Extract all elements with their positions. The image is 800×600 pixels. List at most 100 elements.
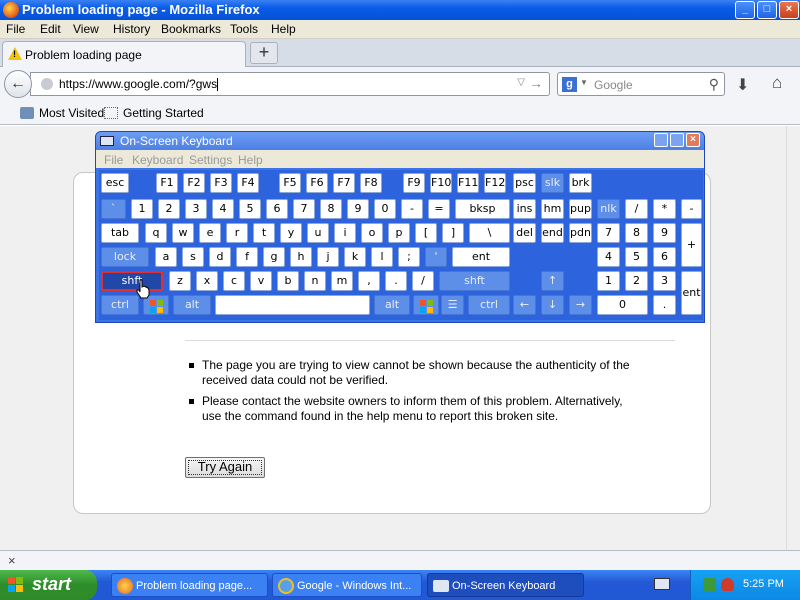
key-f5[interactable]: F5	[279, 173, 301, 193]
key-q[interactable]: q	[145, 223, 167, 243]
key-j[interactable]: j	[317, 247, 339, 267]
key-w[interactable]: w	[172, 223, 194, 243]
key-backslash[interactable]: \	[469, 223, 510, 243]
key-brk[interactable]: brk	[569, 173, 592, 193]
key-right[interactable]: →	[569, 295, 592, 315]
key-e[interactable]: e	[199, 223, 221, 243]
key-space[interactable]	[215, 295, 370, 315]
key-0[interactable]: 0	[374, 199, 396, 219]
key-np-star[interactable]: *	[653, 199, 676, 219]
bookmark-getting-started[interactable]: Getting Started	[104, 106, 204, 120]
key-up[interactable]: ↑	[541, 271, 564, 291]
key-np2[interactable]: 2	[625, 271, 648, 291]
keyboard-tray-icon[interactable]	[654, 578, 670, 590]
key-comma[interactable]: ,	[358, 271, 380, 291]
menu-file[interactable]: File	[6, 22, 25, 36]
key-2[interactable]: 2	[158, 199, 180, 219]
key-8[interactable]: 8	[320, 199, 342, 219]
key-bksp[interactable]: bksp	[455, 199, 510, 219]
clock[interactable]: 5:25 PM	[743, 578, 784, 590]
key-1[interactable]: 1	[131, 199, 153, 219]
on-screen-keyboard-window[interactable]: On-Screen Keyboard × File Keyboard Setti…	[95, 131, 705, 323]
key-f2[interactable]: F2	[183, 173, 205, 193]
key-lbracket[interactable]: [	[415, 223, 437, 243]
scrollbar[interactable]	[786, 126, 800, 550]
url-bar[interactable]: https://www.google.com/?gws ▽ →	[30, 72, 550, 96]
key-period[interactable]: .	[385, 271, 407, 291]
network-icon[interactable]	[703, 578, 716, 591]
key-f8[interactable]: F8	[360, 173, 382, 193]
menu-tools[interactable]: Tools	[230, 22, 258, 36]
key-np7[interactable]: 7	[597, 223, 620, 243]
key-rctrl[interactable]: ctrl	[468, 295, 510, 315]
key-g[interactable]: g	[263, 247, 285, 267]
menu-help[interactable]: Help	[271, 22, 296, 36]
key-quote[interactable]: '	[425, 247, 447, 267]
key-3[interactable]: 3	[185, 199, 207, 219]
key-lalt[interactable]: alt	[173, 295, 211, 315]
key-np1[interactable]: 1	[597, 271, 620, 291]
osk-maximize-button[interactable]	[670, 133, 684, 147]
close-icon[interactable]: ×	[8, 553, 16, 568]
key-hm[interactable]: hm	[541, 199, 564, 219]
try-again-button[interactable]: Try Again	[185, 457, 265, 478]
key-k[interactable]: k	[344, 247, 366, 267]
osk-menu-help[interactable]: Help	[238, 153, 263, 167]
windows-key-icon[interactable]	[413, 295, 439, 315]
key-np-minus[interactable]: -	[681, 199, 702, 219]
key-f12[interactable]: F12	[484, 173, 506, 193]
key-np5[interactable]: 5	[625, 247, 648, 267]
key-np8[interactable]: 8	[625, 223, 648, 243]
key-ent[interactable]: ent	[452, 247, 510, 267]
key-equals[interactable]: =	[428, 199, 450, 219]
key-c[interactable]: c	[223, 271, 245, 291]
key-7[interactable]: 7	[293, 199, 315, 219]
osk-minimize-button[interactable]	[654, 133, 668, 147]
key-nlk[interactable]: nlk	[597, 199, 620, 219]
key-f11[interactable]: F11	[457, 173, 479, 193]
key-n[interactable]: n	[304, 271, 326, 291]
key-slash[interactable]: /	[412, 271, 434, 291]
key-backtick[interactable]: `	[101, 199, 126, 219]
osk-menu-keyboard[interactable]: Keyboard	[132, 153, 183, 167]
menu-history[interactable]: History	[113, 22, 150, 36]
taskbar-firefox[interactable]: Problem loading page...	[111, 573, 268, 597]
minimize-button[interactable]: _	[735, 1, 755, 19]
key-minus[interactable]: -	[401, 199, 423, 219]
key-pup[interactable]: pup	[569, 199, 592, 219]
home-icon[interactable]: ⌂	[772, 73, 782, 93]
key-5[interactable]: 5	[239, 199, 261, 219]
key-left[interactable]: ←	[513, 295, 536, 315]
key-ralt[interactable]: alt	[374, 295, 410, 315]
menu-bookmarks[interactable]: Bookmarks	[161, 22, 221, 36]
key-rshft[interactable]: shft	[439, 271, 510, 291]
key-f7[interactable]: F7	[333, 173, 355, 193]
key-np0[interactable]: 0	[597, 295, 648, 315]
menu-edit[interactable]: Edit	[40, 22, 61, 36]
close-button[interactable]: ×	[779, 1, 799, 19]
key-np4[interactable]: 4	[597, 247, 620, 267]
key-esc[interactable]: esc	[101, 173, 129, 193]
key-semicolon[interactable]: ;	[398, 247, 420, 267]
key-down[interactable]: ↓	[541, 295, 564, 315]
key-tab[interactable]: tab	[101, 223, 139, 243]
key-h[interactable]: h	[290, 247, 312, 267]
key-np-slash[interactable]: /	[625, 199, 648, 219]
new-tab-button[interactable]: +	[250, 42, 278, 64]
bookmark-most-visited[interactable]: Most Visited	[20, 106, 104, 120]
key-o[interactable]: o	[361, 223, 383, 243]
window-title-bar[interactable]: Problem loading page - Mozilla Firefox _…	[0, 0, 800, 20]
key-m[interactable]: m	[331, 271, 353, 291]
go-arrow-icon[interactable]: →	[529, 75, 543, 91]
security-shield-icon[interactable]	[721, 578, 734, 591]
key-lshft[interactable]: shft	[101, 271, 163, 291]
key-t[interactable]: t	[253, 223, 275, 243]
key-f3[interactable]: F3	[210, 173, 232, 193]
key-y[interactable]: y	[280, 223, 302, 243]
taskbar-internet-explorer[interactable]: Google - Windows Int...	[272, 573, 422, 597]
osk-close-button[interactable]: ×	[686, 133, 700, 147]
tab-problem-loading[interactable]: ! Problem loading page	[2, 41, 246, 67]
key-np-dot[interactable]: .	[653, 295, 676, 315]
key-del[interactable]: del	[513, 223, 536, 243]
search-box[interactable]: g ▼ Google ⚲	[557, 72, 725, 96]
